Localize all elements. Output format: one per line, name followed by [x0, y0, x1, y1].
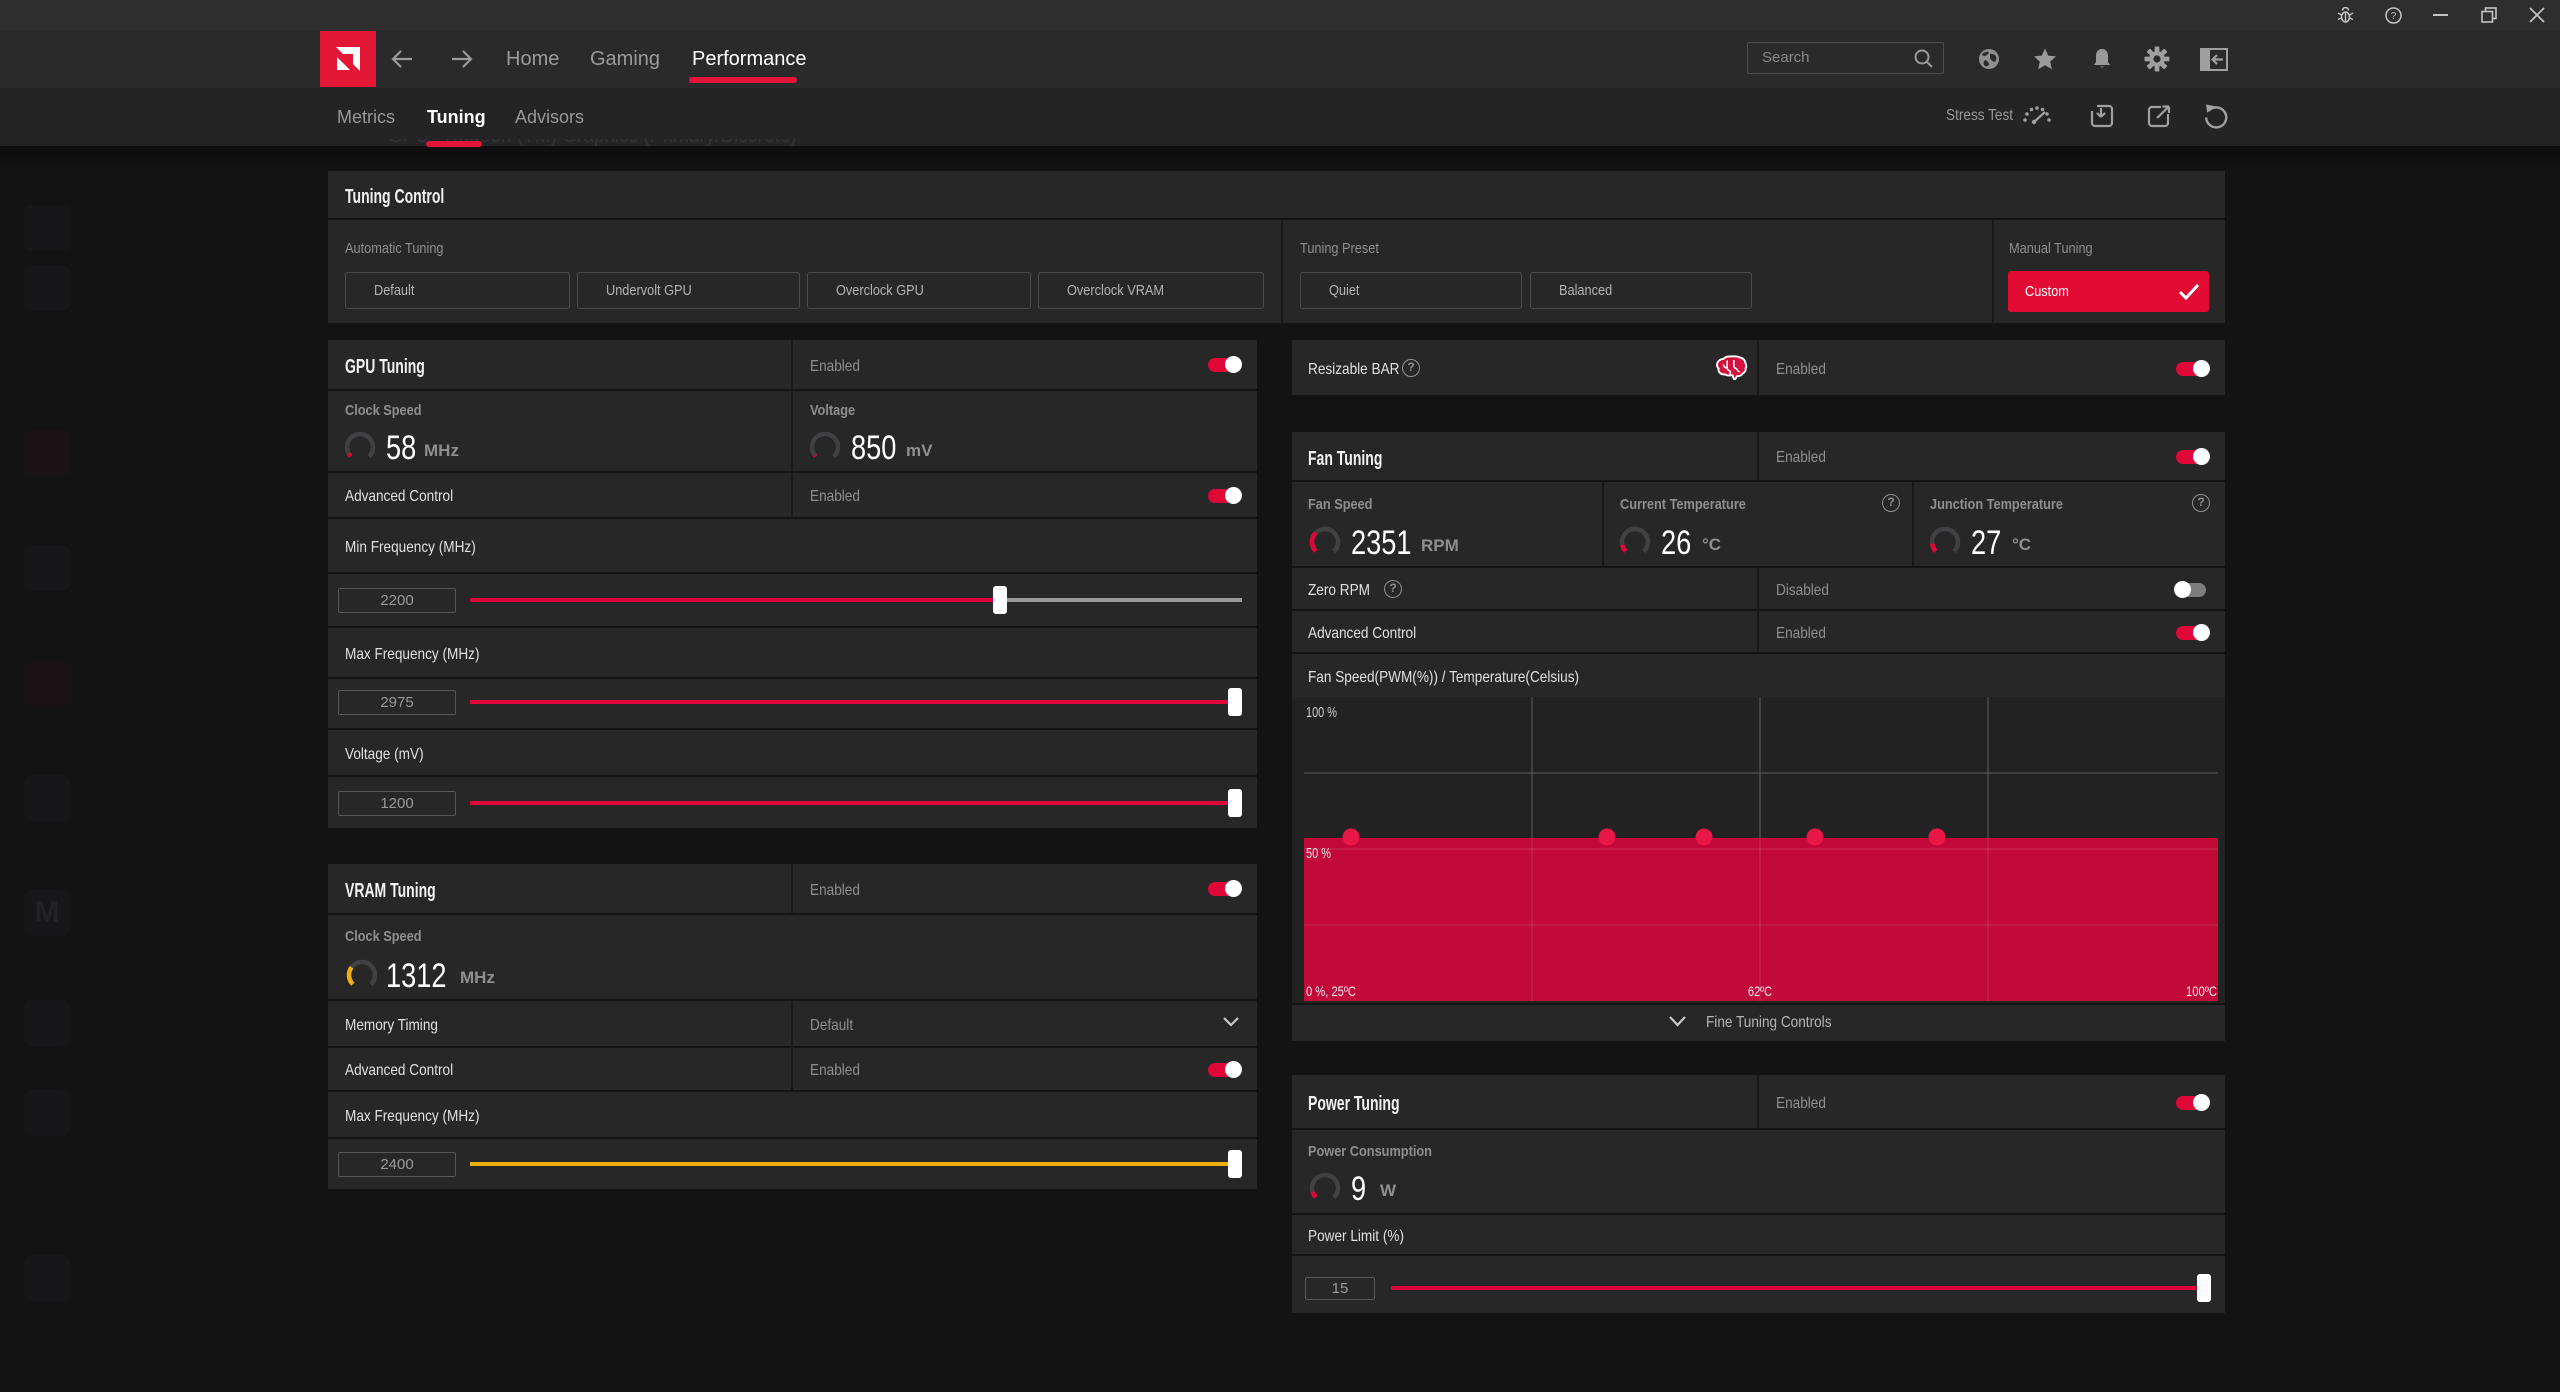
svg-text:50 %: 50 % [1306, 845, 1331, 862]
svg-text:100ºC: 100ºC [2186, 983, 2217, 999]
svg-text:?: ? [2391, 11, 2397, 22]
svg-text:62ºC: 62ºC [1748, 983, 1772, 999]
svg-text:100 %: 100 % [1306, 704, 1337, 721]
svg-text:0 %, 25ºC: 0 %, 25ºC [1306, 983, 1356, 999]
